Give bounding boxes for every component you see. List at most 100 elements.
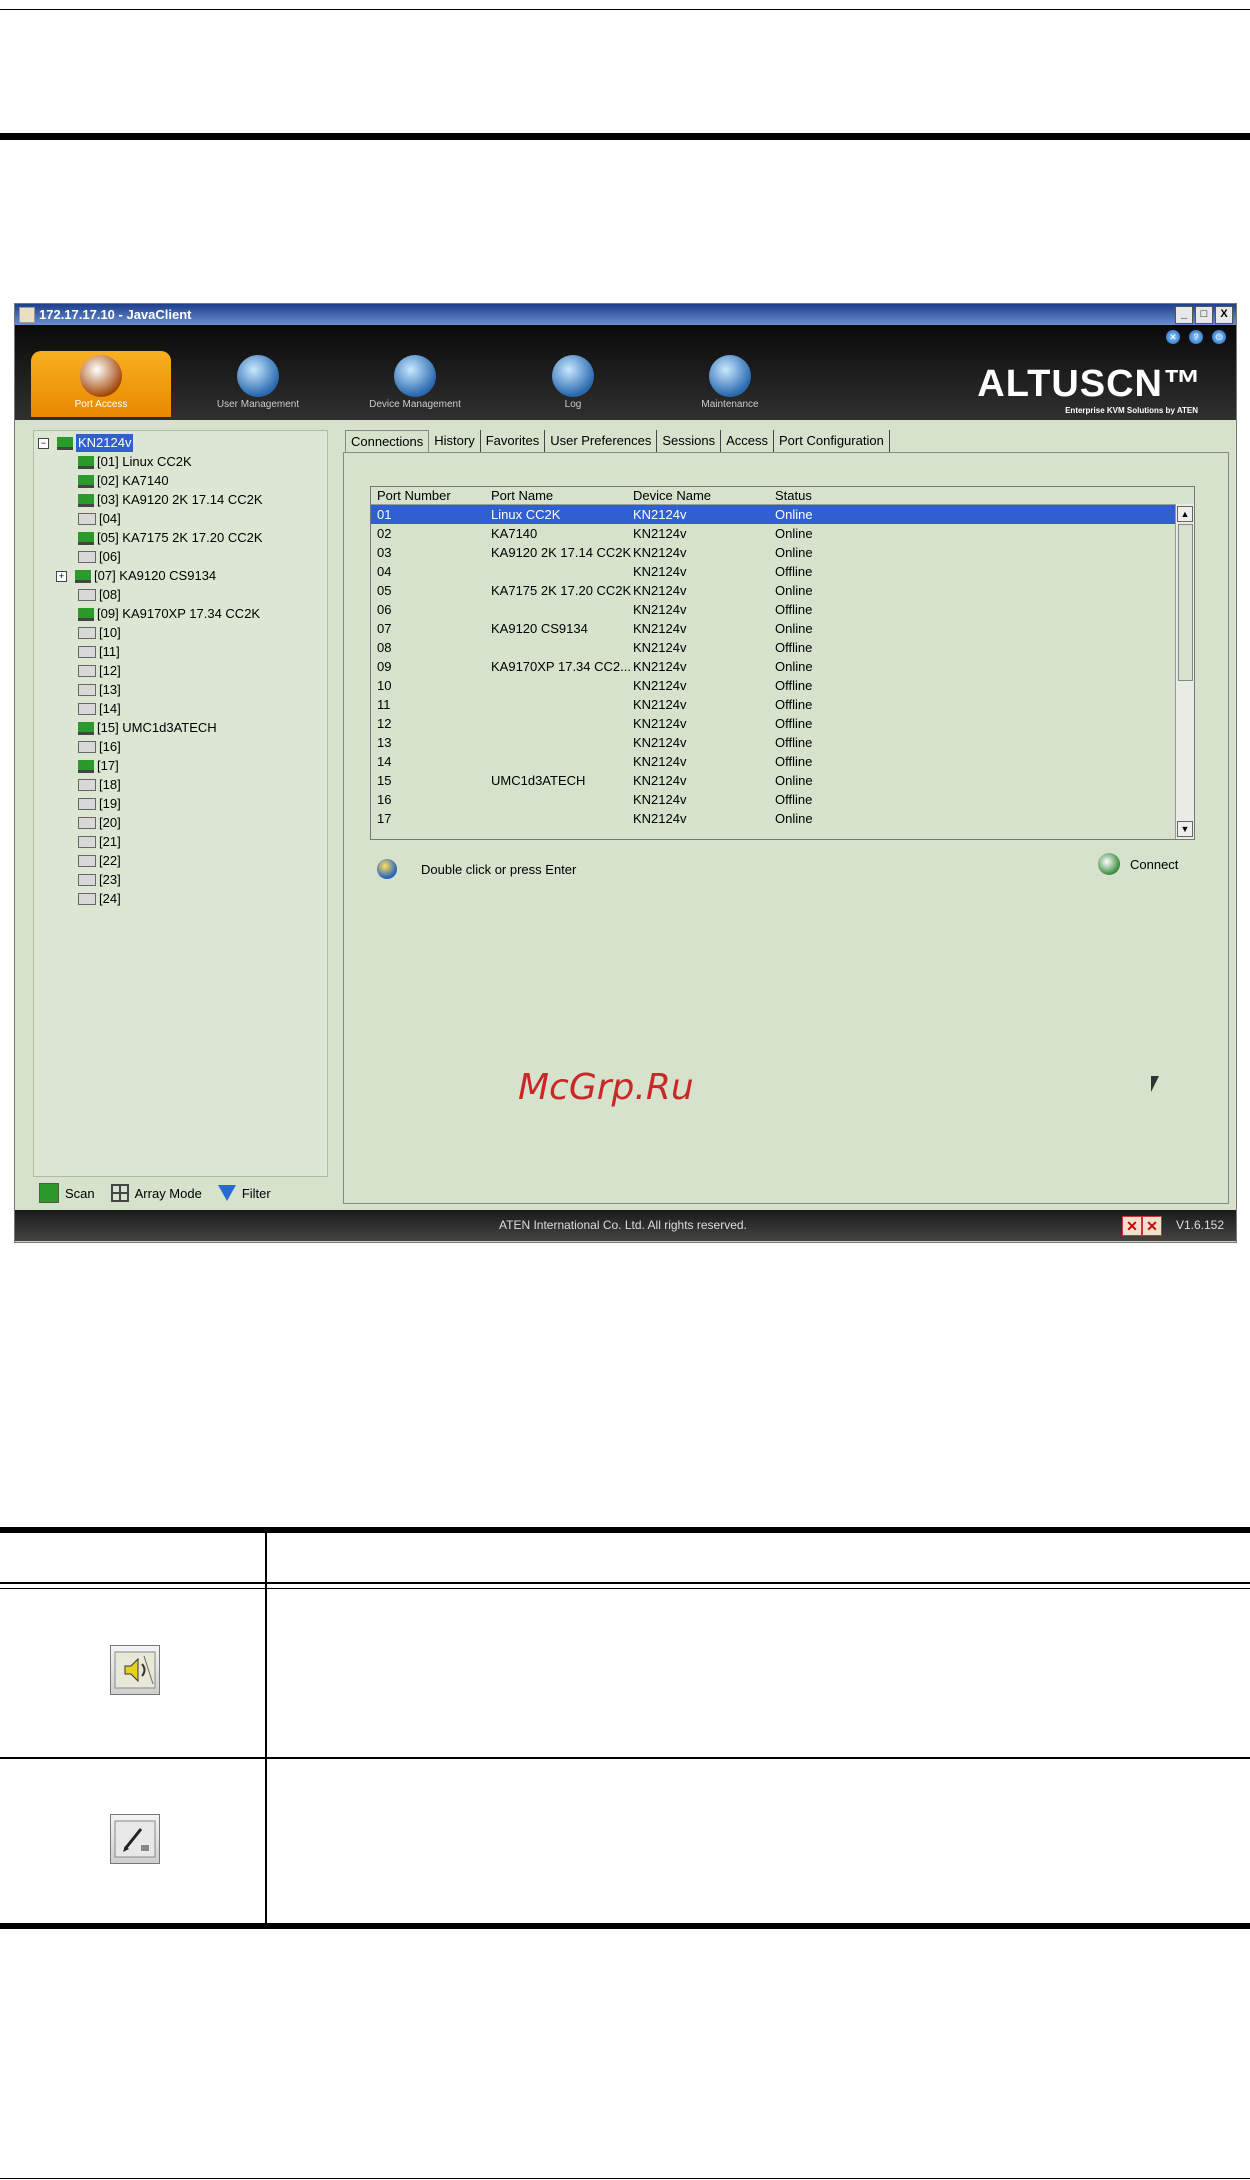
table-cell: 09 [377,659,392,674]
port-icon [78,665,96,677]
table-row[interactable]: 03 KA9120 2K 17.14 CC2K KN2124v Online [371,543,1176,562]
table-row[interactable]: 12 KN2124v Offline [371,714,1176,733]
table-cell: KN2124v [633,678,687,693]
tab-connections[interactable]: Connections [345,430,430,452]
table-scrollbar[interactable]: ▲ ▼ [1175,504,1194,839]
scroll-down-icon[interactable]: ▼ [1177,821,1193,837]
col-status[interactable]: Status [775,488,812,503]
tree-item[interactable]: [15] UMC1d3ATECH [78,719,217,737]
table-cell: Offline [775,735,813,750]
tree-item[interactable]: [16] [78,738,121,756]
tree-item[interactable]: [10] [78,624,121,642]
table-row[interactable]: 07 KA9120 CS9134 KN2124v Online [371,619,1176,638]
table-row[interactable]: 13 KN2124v Offline [371,733,1176,752]
help-icon[interactable]: ? [1189,330,1203,344]
tree-item-label: [02] KA7140 [97,473,169,488]
filter-button[interactable]: Filter [217,1185,271,1201]
header-rule-thick [0,133,1250,140]
tree-item[interactable]: [08] [78,586,121,604]
collapse-icon[interactable]: − [38,437,49,449]
tree-item[interactable]: + [07] KA9120 CS9134 [56,567,216,585]
nav-user-management[interactable]: User Management [188,351,328,417]
scan-button[interactable]: Scan [39,1183,95,1203]
col-port-number[interactable]: Port Number [377,488,451,503]
port-table-header: Port Number Port Name Device Name Status [371,487,1176,505]
table-row[interactable]: 06 KN2124v Offline [371,600,1176,619]
java-app-icon [19,307,35,323]
close-button[interactable]: X [1215,306,1233,324]
tree-root[interactable]: − KN2124v [38,434,134,452]
nav-maintenance[interactable]: Maintenance [660,351,800,417]
tree-item[interactable]: [17] [78,757,119,775]
table-row[interactable]: 10 KN2124v Offline [371,676,1176,695]
tree-item[interactable]: [11] [78,643,120,661]
col-port-name[interactable]: Port Name [491,488,553,503]
tree-item-label: [12] [99,663,121,678]
tree-item-label: [15] UMC1d3ATECH [97,720,217,735]
tree-item-label: [21] [99,834,121,849]
tree-item[interactable]: [24] [78,890,121,908]
logout-icon[interactable]: ⏻ [1212,330,1226,344]
table-row[interactable]: 09 KA9170XP 17.34 CC2... KN2124v Online [371,657,1176,676]
port-icon [78,474,94,488]
tree-item[interactable]: [12] [78,662,121,680]
tree-toolbar: Scan Array Mode Filter [33,1178,326,1208]
tree-item[interactable]: [18] [78,776,121,794]
tree-item[interactable]: [21] [78,833,121,851]
tree-item[interactable]: [13] [78,681,121,699]
table-row[interactable]: 08 KN2124v Offline [371,638,1176,657]
tree-item[interactable]: [19] [78,795,121,813]
tree-item[interactable]: [22] [78,852,121,870]
tree-item[interactable]: [14] [78,700,121,718]
tab-sessions[interactable]: Sessions [657,430,722,452]
port-icon [78,589,96,601]
port-icon [78,684,96,696]
tab-user-preferences[interactable]: User Preferences [545,430,658,452]
settings-icon[interactable]: ✕ [1166,330,1180,344]
tree-item[interactable]: [05] KA7175 2K 17.20 CC2K [78,529,263,547]
table-cell: KA9120 CS9134 [491,621,588,636]
tree-item[interactable]: [20] [78,814,121,832]
table-row[interactable]: 14 KN2124v Offline [371,752,1176,771]
table-row[interactable]: 05 KA7175 2K 17.20 CC2K KN2124v Online [371,581,1176,600]
status-bar: ATEN International Co. Ltd. All rights r… [15,1210,1236,1241]
nav-device-management[interactable]: Device Management [345,351,485,417]
table-row[interactable]: 17 KN2124v Online [371,809,1176,828]
expand-icon[interactable]: + [56,570,67,582]
tree-item[interactable]: [03] KA9120 2K 17.14 CC2K [78,491,263,509]
tree-item[interactable]: [01] Linux CC2K [78,453,192,471]
table-row[interactable]: 11 KN2124v Offline [371,695,1176,714]
tab-favorites[interactable]: Favorites [481,430,546,452]
array-mode-button[interactable]: Array Mode [110,1184,202,1202]
connect-button[interactable]: Connect [1098,853,1178,875]
tree-item[interactable]: [04] [78,510,121,528]
minimize-button[interactable]: _ [1175,306,1193,324]
port-icon [78,627,96,639]
col-device-name[interactable]: Device Name [633,488,711,503]
connections-panel: Port Number Port Name Device Name Status… [343,452,1229,1204]
tree-item[interactable]: [02] KA7140 [78,472,169,490]
maximize-button[interactable]: □ [1195,306,1213,324]
tab-access[interactable]: Access [721,430,775,452]
nav-log[interactable]: Log [503,351,643,417]
tree-item[interactable]: [23] [78,871,121,889]
table-row[interactable]: 01 Linux CC2K KN2124v Online [371,505,1176,524]
table-row[interactable]: 04 KN2124v Offline [371,562,1176,581]
tree-item[interactable]: [06] [78,548,121,566]
table-row[interactable]: 16 KN2124v Offline [371,790,1176,809]
table-row[interactable]: 15 UMC1d3ATECH KN2124v Online [371,771,1176,790]
tab-history[interactable]: History [429,430,481,452]
scan-icon [39,1183,59,1203]
tree-item[interactable]: [09] KA9170XP 17.34 CC2K [78,605,260,623]
port-icon [75,569,91,583]
table-row[interactable]: 02 KA7140 KN2124v Online [371,524,1176,543]
scroll-up-icon[interactable]: ▲ [1177,506,1193,522]
table-cell: KN2124v [633,621,687,636]
scroll-thumb[interactable] [1178,524,1193,681]
nav-port-access[interactable]: Port Access [31,351,171,417]
tab-port-configuration[interactable]: Port Configuration [774,430,890,452]
table-cell: 10 [377,678,392,693]
table-cell: KA7175 2K 17.20 CC2K [491,583,632,598]
port-icon [78,646,96,658]
table-cell: Linux CC2K [491,507,561,522]
